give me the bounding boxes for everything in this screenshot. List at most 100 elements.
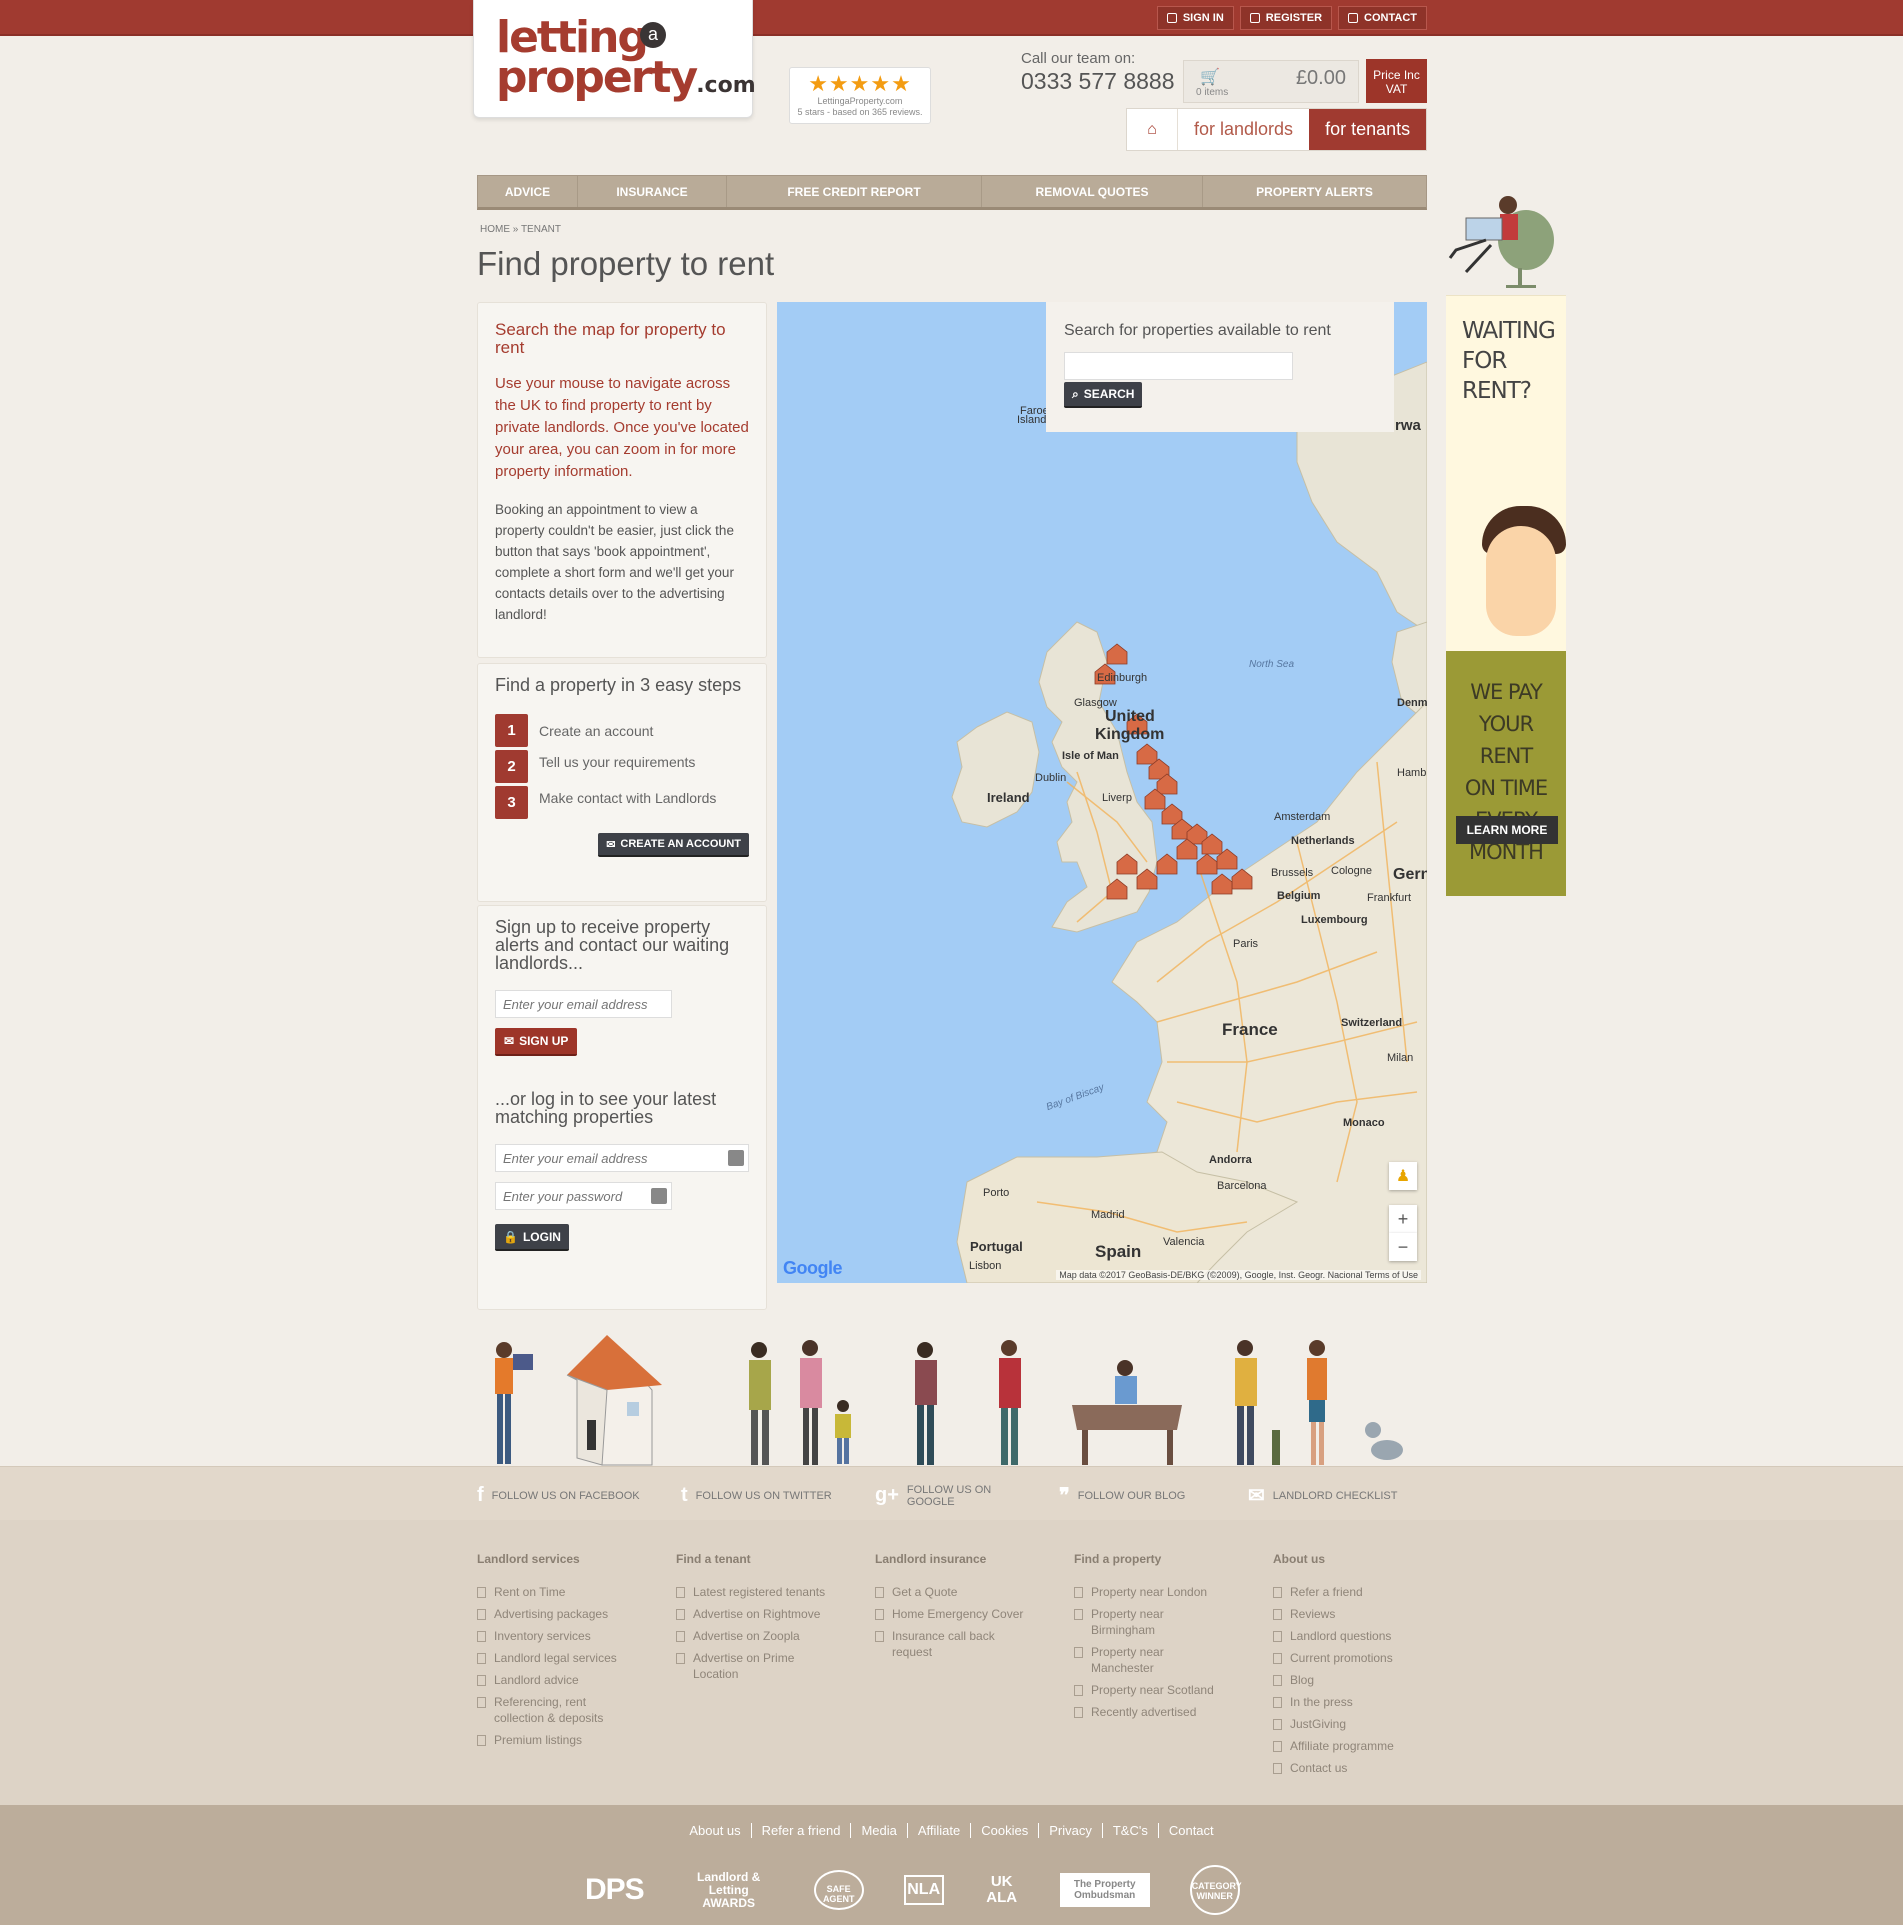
login-button[interactable]: 🔒 LOGIN <box>495 1224 569 1251</box>
bottom-link-privacy[interactable]: Privacy <box>1039 1823 1103 1838</box>
nav-property-alerts[interactable]: PROPERTY ALERTS <box>1203 176 1426 207</box>
signup-email-input[interactable] <box>495 990 672 1018</box>
bottom-link-about[interactable]: About us <box>679 1823 752 1838</box>
google-plus-link[interactable]: g+ FOLLOW US ON GOOGLE <box>875 1483 1035 1508</box>
footer-link[interactable]: Advertise on Zoopla <box>676 1628 856 1644</box>
cart-icon: 🛒 <box>1200 69 1220 86</box>
keyboard-icon[interactable] <box>728 1150 744 1166</box>
nav-insurance[interactable]: INSURANCE <box>578 176 727 207</box>
footer-link[interactable]: Property near Scotland <box>1074 1682 1254 1698</box>
zoom-in-button[interactable]: + <box>1389 1205 1417 1233</box>
edit-icon <box>1348 13 1359 23</box>
reviews-site: LettingaProperty.com <box>817 96 903 106</box>
site-logo[interactable]: letting property.com a <box>473 0 756 118</box>
call-label: Call our team on: <box>1021 50 1136 67</box>
footer-links: Landlord services Rent on Time Advertisi… <box>0 1520 1903 1805</box>
nav-free-credit-report[interactable]: FREE CREDIT REPORT <box>727 176 982 207</box>
footer-bottom: About us Refer a friend Media Affiliate Cook… <box>0 1805 1903 1925</box>
nav-advice[interactable]: ADVICE <box>478 176 578 207</box>
google-plus-icon: g+ <box>875 1484 899 1506</box>
tab-for-landlords[interactable]: for landlords <box>1178 109 1309 150</box>
intro-title: Search the map for property to rent <box>495 320 726 357</box>
sign-in-button[interactable]: SIGN IN <box>1156 6 1234 30</box>
footer-link[interactable]: Inventory services <box>477 1628 657 1644</box>
footer-link[interactable]: Get a Quote <box>875 1584 1055 1600</box>
footer-link[interactable]: Insurance call back request <box>875 1628 1005 1660</box>
footer-link[interactable]: Affiliate programme <box>1273 1738 1453 1754</box>
keyboard-icon[interactable] <box>651 1188 667 1204</box>
intro-panel: Search the map for property to rent Use … <box>477 302 767 658</box>
register-button[interactable]: REGISTER <box>1239 6 1333 30</box>
map-search-input[interactable] <box>1064 352 1293 380</box>
contact-button[interactable]: CONTACT <box>1338 6 1427 30</box>
footer-link[interactable]: Recently advertised <box>1074 1704 1254 1720</box>
category-winner-logo: CATEGORY WINNER <box>1189 1865 1242 1915</box>
signup-title: Sign up to receive property alerts and c… <box>495 917 730 973</box>
footer-link[interactable]: Landlord legal services <box>477 1650 657 1666</box>
footer-link[interactable]: Contact us <box>1273 1760 1453 1776</box>
map-attribution[interactable]: Map data ©2017 GeoBasis-DE/BKG (©2009), … <box>1056 1270 1421 1280</box>
bottom-link-tcs[interactable]: T&C's <box>1102 1823 1159 1838</box>
footer-col-landlord-insurance: Landlord insurance Get a Quote Home Emer… <box>875 1552 1055 1666</box>
reviews-summary: 5 stars - based on 365 reviews. <box>797 107 923 117</box>
footer-link[interactable]: Landlord advice <box>477 1672 657 1688</box>
footer-link[interactable]: Landlord questions <box>1273 1628 1453 1644</box>
footer-link[interactable]: Property near Birmingham <box>1074 1606 1189 1638</box>
bottom-link-refer[interactable]: Refer a friend <box>751 1823 852 1838</box>
breadcrumb[interactable]: HOME » TENANT <box>480 224 561 235</box>
phone-number: 0333 577 8888 <box>1021 68 1175 94</box>
footer-link[interactable]: Blog <box>1273 1672 1453 1688</box>
create-account-button[interactable]: ✉ CREATE AN ACCOUNT <box>598 833 749 857</box>
step-2: 2 Tell us your requirements <box>495 750 749 783</box>
logo-a-badge: a <box>640 22 666 48</box>
footer-link[interactable]: Advertise on Prime Location <box>676 1650 801 1682</box>
footer-link[interactable]: Advertising packages <box>477 1606 657 1622</box>
bottom-link-affiliate[interactable]: Affiliate <box>907 1823 972 1838</box>
footer-link[interactable]: Current promotions <box>1273 1650 1453 1666</box>
footer-link[interactable]: Advertise on Rightmove <box>676 1606 856 1622</box>
footer-link[interactable]: Latest registered tenants <box>676 1584 856 1600</box>
map-search-button[interactable]: ⌕ SEARCH <box>1064 382 1143 408</box>
street-view-pegman-icon[interactable]: ♟ <box>1389 1162 1417 1190</box>
nav-removal-quotes[interactable]: REMOVAL QUOTES <box>982 176 1203 207</box>
sign-up-button[interactable]: ✉ SIGN UP <box>495 1028 578 1056</box>
footer-link[interactable]: In the press <box>1273 1694 1453 1710</box>
blog-link[interactable]: ❞ FOLLOW OUR BLOG <box>1059 1483 1224 1508</box>
footer-link[interactable]: Property near Manchester <box>1074 1644 1189 1676</box>
mail-icon: ✉ <box>1248 1485 1265 1507</box>
learn-more-button[interactable]: LEARN MORE <box>1456 816 1558 844</box>
footer-link[interactable]: Premium listings <box>477 1732 657 1748</box>
account-links: SIGN IN REGISTER CONTACT <box>1156 6 1427 30</box>
property-map[interactable]: Faroe Island rwa North Sea Edinburgh Gla… <box>777 302 1427 1283</box>
footer-link[interactable]: Property near London <box>1074 1584 1254 1600</box>
bottom-link-cookies[interactable]: Cookies <box>971 1823 1040 1838</box>
twitter-link[interactable]: t FOLLOW US ON TWITTER <box>681 1483 851 1508</box>
price-vat-toggle[interactable]: Price Inc VAT <box>1366 59 1427 103</box>
footer-link[interactable]: Referencing, rent collection & deposits <box>477 1694 612 1726</box>
bottom-link-media[interactable]: Media <box>851 1823 908 1838</box>
footer-link[interactable]: Rent on Time <box>477 1584 657 1600</box>
footer-col-find-a-property: Find a property Property near London Pro… <box>1074 1552 1254 1726</box>
login-password-input[interactable] <box>495 1182 672 1210</box>
home-icon[interactable]: ⌂ <box>1127 109 1178 150</box>
basket-items: 0 items <box>1196 87 1229 98</box>
footer-link[interactable]: Refer a friend <box>1273 1584 1453 1600</box>
basket-total: £0.00 <box>1295 67 1346 89</box>
tab-for-tenants[interactable]: for tenants <box>1309 109 1427 150</box>
rent-on-time-ad[interactable]: WAITING FOR RENT? WE PAY YOUR RENT ON TIM… <box>1446 190 1566 896</box>
step-3: 3 Make contact with Landlords <box>495 786 749 819</box>
login-email-input[interactable] <box>495 1144 749 1172</box>
landlord-awards-logo: Landlord & Letting AWARDS <box>697 1869 761 1910</box>
facebook-link[interactable]: f FOLLOW US ON FACEBOOK <box>477 1483 657 1508</box>
ad-title: WAITING FOR RENT? <box>1462 318 1556 404</box>
footer-link[interactable]: Reviews <box>1273 1606 1453 1622</box>
zoom-out-button[interactable]: − <box>1389 1233 1417 1261</box>
landlord-checklist-link[interactable]: ✉ LANDLORD CHECKLIST <box>1248 1483 1397 1508</box>
reviews-widget[interactable]: ★★★★★ LettingaProperty.com 5 stars - bas… <box>789 67 931 124</box>
twitter-icon: t <box>681 1484 688 1506</box>
bottom-link-contact[interactable]: Contact <box>1159 1823 1224 1838</box>
basket[interactable]: 🛒 0 items £0.00 <box>1183 60 1359 103</box>
footer-link[interactable]: JustGiving <box>1273 1716 1453 1732</box>
login-title: ...or log in to see your latest matching… <box>495 1089 717 1127</box>
footer-link[interactable]: Home Emergency Cover <box>875 1606 1055 1622</box>
